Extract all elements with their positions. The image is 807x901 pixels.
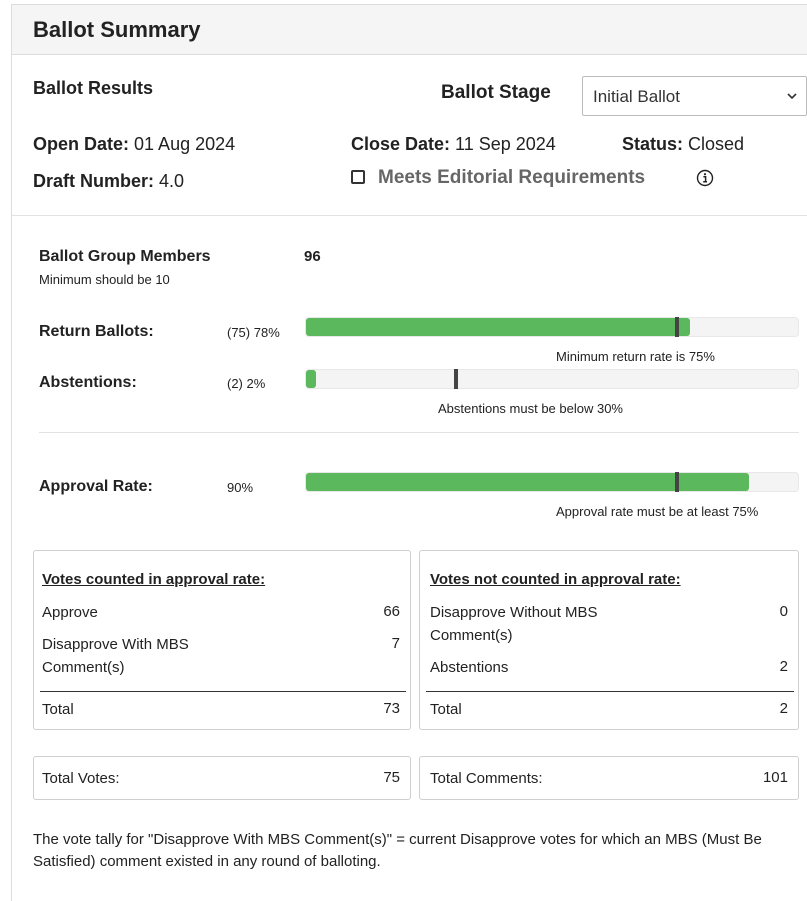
disapprove-mbs-count: 7: [391, 635, 400, 652]
open-date-label: Open Date:: [33, 134, 130, 154]
votes-not-counted-title: Votes not counted in approval rate:: [430, 571, 681, 588]
metrics-divider: [39, 432, 799, 433]
approval-rate-label: Approval Rate:: [39, 478, 153, 495]
ballot-summary-panel: Ballot Summary Ballot Results Ballot Sta…: [11, 4, 807, 901]
abstentions-threshold-marker: [454, 369, 458, 389]
disapprove-no-mbs-count: 0: [779, 603, 788, 620]
total-comments-box: Total Comments: 101: [419, 756, 799, 800]
abstentions-value: (2) 2%: [227, 376, 266, 391]
return-ballots-caption: Minimum return rate is 75%: [556, 349, 715, 364]
not-counted-total-value: 2: [779, 700, 788, 717]
close-date-label: Close Date:: [351, 134, 451, 154]
approve-label: Approve: [42, 604, 98, 621]
info-icon[interactable]: [696, 169, 714, 187]
chevron-down-icon: [787, 93, 797, 100]
total-votes-box: Total Votes: 75: [33, 756, 411, 800]
votes-not-counted-box: Votes not counted in approval rate: Disa…: [419, 550, 799, 730]
approval-rate-fill: [306, 473, 749, 491]
members-label: Ballot Group Members: [39, 248, 211, 265]
return-ballots-bar: [305, 317, 799, 337]
abstentions-count-label: Abstentions: [430, 659, 509, 676]
not-counted-total-label: Total: [430, 701, 462, 718]
ballot-stage-value: Initial Ballot: [593, 87, 680, 106]
draft-number: Draft Number: 4.0: [33, 171, 184, 192]
ballot-results-title: Ballot Results: [33, 78, 154, 98]
close-date-value: 11 Sep 2024: [455, 134, 556, 154]
approval-threshold-marker: [675, 472, 679, 492]
status-value: Closed: [688, 134, 745, 154]
members-note: Minimum should be 10: [39, 272, 170, 287]
votes-counted-box: Votes counted in approval rate: Approve …: [33, 550, 411, 730]
counted-total-label: Total: [42, 701, 74, 718]
panel-title: Ballot Summary: [33, 17, 201, 42]
approval-rate-value: 90%: [227, 480, 254, 495]
abstentions-caption: Abstentions must be below 30%: [438, 401, 623, 416]
open-date: Open Date: 01 Aug 2024: [33, 134, 235, 155]
meets-editorial-checkbox[interactable]: [351, 170, 365, 184]
status-label: Status:: [622, 134, 684, 154]
abstentions-bar: [305, 369, 799, 389]
ballot-stage-label: Ballot Stage: [441, 82, 551, 103]
close-date: Close Date: 11 Sep 2024: [351, 134, 556, 155]
counted-total-rule: [40, 691, 406, 692]
draft-number-value: 4.0: [159, 171, 185, 191]
draft-number-label: Draft Number:: [33, 171, 155, 191]
status: Status: Closed: [622, 134, 744, 155]
total-comments-value: 101: [762, 769, 788, 786]
meets-editorial-label: Meets Editorial Requirements: [378, 167, 646, 188]
members-value: 96: [304, 248, 321, 265]
counted-total-value: 73: [383, 700, 400, 717]
abstentions-fill: [306, 370, 316, 388]
votes-counted-title: Votes counted in approval rate:: [42, 571, 266, 588]
total-comments-label: Total Comments:: [430, 770, 543, 787]
approval-rate-bar: [305, 472, 799, 492]
return-threshold-marker: [675, 317, 679, 337]
open-date-value: 01 Aug 2024: [134, 134, 236, 154]
section-divider: [12, 215, 807, 216]
disapprove-mbs-label: Disapprove With MBS Comment(s): [42, 636, 189, 676]
abstentions-count: 2: [779, 658, 788, 675]
disapprove-no-mbs-label: Disapprove Without MBS Comment(s): [430, 604, 598, 644]
panel-header: Ballot Summary: [12, 5, 807, 55]
abstentions-label: Abstentions:: [39, 374, 137, 391]
footnote: The vote tally for "Disapprove With MBS …: [33, 831, 762, 870]
return-ballots-value: (75) 78%: [227, 325, 280, 340]
return-ballots-fill: [306, 318, 690, 336]
approval-rate-caption: Approval rate must be at least 75%: [556, 504, 759, 519]
total-votes-value: 75: [383, 769, 400, 786]
approve-count: 66: [383, 603, 400, 620]
total-votes-label: Total Votes:: [42, 770, 120, 787]
ballot-stage-select[interactable]: Initial Ballot: [582, 76, 807, 116]
return-ballots-label: Return Ballots:: [39, 323, 154, 340]
not-counted-total-rule: [426, 691, 794, 692]
